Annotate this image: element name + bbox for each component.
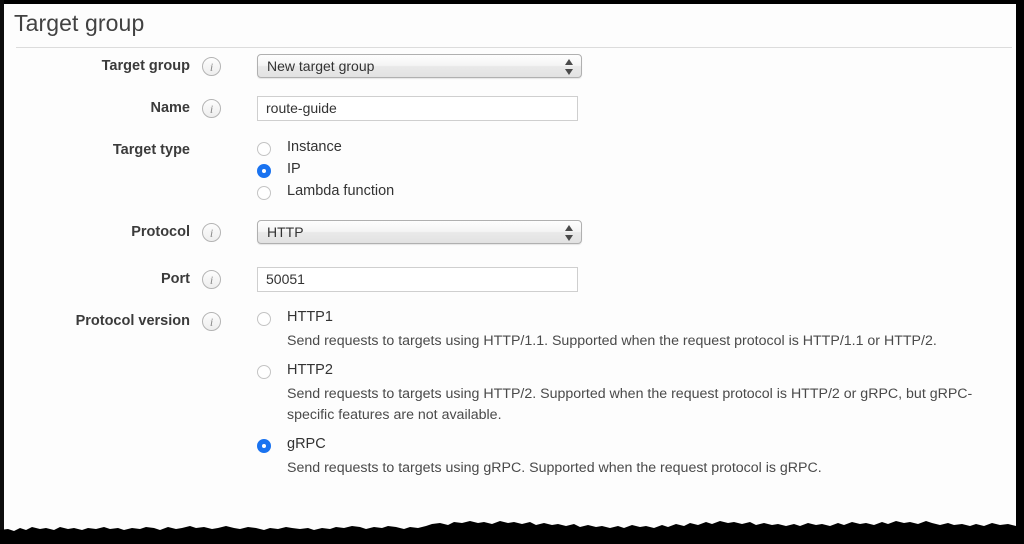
radio-label-http2: HTTP2 xyxy=(287,362,333,378)
radio-icon-http1[interactable] xyxy=(257,312,271,326)
radio-icon-instance[interactable] xyxy=(257,142,271,156)
page-title: Target group xyxy=(14,10,145,36)
label-target-type: Target type xyxy=(112,142,190,158)
field-row-target-type: Target type Instance IP Lambda function xyxy=(4,139,1016,217)
port-input[interactable]: 50051 xyxy=(257,267,578,292)
control-protocol: HTTP xyxy=(257,220,582,244)
control-name: route-guide xyxy=(257,96,578,121)
label-port: Port xyxy=(161,271,190,287)
radio-description-http2: Send requests to targets using HTTP/2. S… xyxy=(287,386,973,423)
radio-label-instance: Instance xyxy=(287,139,342,155)
radio-icon-lambda-function[interactable] xyxy=(257,186,271,200)
target-group-select[interactable]: New target group xyxy=(257,54,582,78)
protocol-select[interactable]: HTTP xyxy=(257,220,582,244)
radio-option-http1[interactable]: HTTP1 Send requests to targets using HTT… xyxy=(257,309,1017,352)
target-group-select-value: New target group xyxy=(267,58,375,74)
field-row-target-group: Target group i New target group xyxy=(4,54,1016,92)
info-icon-target-group[interactable]: i xyxy=(202,57,221,76)
control-port: 50051 xyxy=(257,267,578,292)
field-row-port: Port i 50051 xyxy=(4,264,1016,309)
label-protocol-version: Protocol version xyxy=(75,313,190,329)
torn-page-bottom-edge xyxy=(0,516,1024,544)
info-icon-protocol-version[interactable]: i xyxy=(202,312,221,331)
radio-label-grpc: gRPC xyxy=(287,436,326,452)
field-row-name: Name i route-guide xyxy=(4,92,1016,139)
name-input[interactable]: route-guide xyxy=(257,96,578,121)
radio-option-ip[interactable]: IP xyxy=(257,161,657,183)
target-type-radio-group: Instance IP Lambda function xyxy=(257,139,657,205)
radio-label-ip: IP xyxy=(287,161,301,177)
radio-option-http2[interactable]: HTTP2 Send requests to targets using HTT… xyxy=(257,362,1017,426)
radio-option-grpc[interactable]: gRPC Send requests to targets using gRPC… xyxy=(257,436,1017,479)
radio-icon-ip[interactable] xyxy=(257,164,271,178)
radio-description-grpc: Send requests to targets using gRPC. Sup… xyxy=(287,460,822,476)
field-row-protocol-version: Protocol version i HTTP1 Send requests t… xyxy=(4,309,1016,499)
label-name: Name xyxy=(150,100,191,116)
radio-icon-http2[interactable] xyxy=(257,365,271,379)
title-divider xyxy=(16,47,1012,48)
window-right-border xyxy=(1016,0,1024,544)
info-icon-name[interactable]: i xyxy=(202,99,221,118)
radio-icon-grpc[interactable] xyxy=(257,439,271,453)
form-page: Target group Target group i New target g… xyxy=(4,4,1016,516)
radio-description-http1: Send requests to targets using HTTP/1.1.… xyxy=(287,333,937,349)
field-row-protocol: Protocol i HTTP xyxy=(4,217,1016,264)
label-protocol: Protocol xyxy=(131,224,190,240)
radio-label-http1: HTTP1 xyxy=(287,309,333,325)
protocol-version-radio-group: HTTP1 Send requests to targets using HTT… xyxy=(257,309,1017,479)
screenshot-root: Target group Target group i New target g… xyxy=(0,0,1024,544)
control-target-group: New target group xyxy=(257,54,582,78)
radio-option-lambda-function[interactable]: Lambda function xyxy=(257,183,657,205)
chevron-up-down-icon xyxy=(564,57,574,77)
info-icon-port[interactable]: i xyxy=(202,270,221,289)
radio-option-instance[interactable]: Instance xyxy=(257,139,657,161)
target-group-form: Target group i New target group Name i r… xyxy=(4,54,1016,499)
info-icon-protocol[interactable]: i xyxy=(202,223,221,242)
radio-label-lambda-function: Lambda function xyxy=(287,183,395,199)
protocol-select-value: HTTP xyxy=(267,224,304,240)
torn-edge-shape xyxy=(0,521,1024,544)
label-target-group: Target group xyxy=(101,58,190,74)
chevron-up-down-icon xyxy=(564,223,574,243)
